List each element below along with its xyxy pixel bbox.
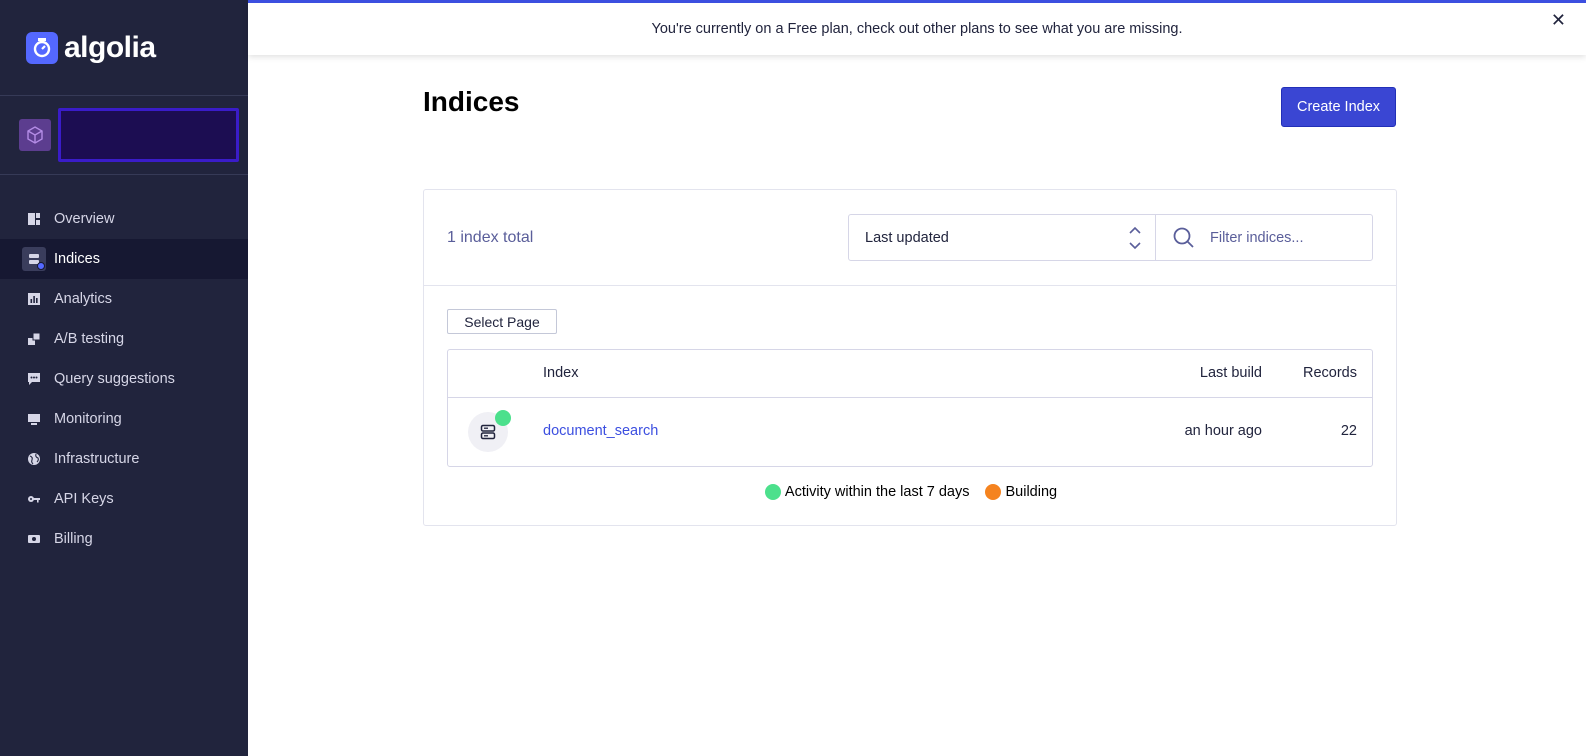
sidebar-item-overview[interactable]: Overview [0, 199, 248, 239]
sidebar-item-label: Analytics [54, 291, 113, 307]
indices-card: 1 index total Last updated Select Page I… [423, 189, 1397, 526]
sidebar-item-infrastructure[interactable]: Infrastructure [0, 439, 248, 479]
activity-status-dot [495, 410, 511, 426]
sidebar: algolia Overview Indices Analytics A/B t… [0, 0, 248, 756]
sidebar-item-ab-testing[interactable]: A/B testing [0, 319, 248, 359]
indices-table: Index Last build Records document_search… [447, 349, 1373, 467]
index-name-link[interactable]: document_search [543, 423, 658, 439]
chevron-up-down-icon [1129, 226, 1141, 254]
sidebar-item-analytics[interactable]: Analytics [0, 279, 248, 319]
sidebar-item-label: Infrastructure [54, 451, 140, 467]
column-header-records[interactable]: Records [1303, 365, 1357, 381]
table-header: Index Last build Records [448, 350, 1372, 398]
algolia-logo-icon [26, 31, 58, 64]
app-name-box[interactable] [58, 108, 239, 162]
sort-selected-value: Last updated [865, 229, 949, 246]
sidebar-item-query-suggestions[interactable]: Query suggestions [0, 359, 248, 399]
sidebar-item-label: Indices [54, 251, 100, 267]
card-header: 1 index total Last updated [424, 190, 1396, 286]
app-selector[interactable] [0, 96, 248, 175]
legend-dot-green [764, 484, 781, 500]
sidebar-item-billing[interactable]: Billing [0, 519, 248, 559]
overview-icon [27, 212, 41, 226]
index-total: 1 index total [447, 229, 534, 246]
page-title: Indices [423, 86, 520, 117]
column-header-last-build[interactable]: Last build [1200, 365, 1262, 381]
sidebar-item-indices[interactable]: Indices [0, 239, 248, 279]
logo[interactable]: algolia [0, 0, 248, 96]
indices-icon [22, 247, 46, 271]
analytics-icon [27, 292, 41, 306]
ab-testing-icon [27, 332, 41, 346]
legend-label: Activity within the last 7 days [784, 484, 970, 500]
filter-indices-input[interactable] [1210, 229, 1350, 246]
globe-icon [27, 452, 41, 466]
banner-message: You're currently on a Free plan, check o… [651, 21, 1183, 37]
legend-item-building: Building [985, 484, 1057, 500]
query-suggestions-icon [27, 372, 41, 386]
sidebar-item-label: Monitoring [54, 411, 122, 427]
plan-banner: You're currently on a Free plan, check o… [248, 0, 1586, 55]
filter-box [1155, 214, 1373, 261]
index-records: 22 [1340, 423, 1357, 439]
sidebar-item-label: Overview [54, 211, 115, 227]
legend-dot-orange [985, 484, 1002, 500]
sidebar-item-label: A/B testing [54, 331, 125, 347]
status-legend: Activity within the last 7 days Building [424, 484, 1398, 500]
legend-item-activity: Activity within the last 7 days [764, 484, 970, 500]
cube-icon [19, 119, 51, 151]
close-icon[interactable]: ✕ [1551, 11, 1566, 29]
select-page-button[interactable]: Select Page [447, 309, 557, 334]
index-last-build: an hour ago [1184, 423, 1262, 439]
sidebar-item-label: Query suggestions [54, 371, 175, 387]
table-row[interactable]: document_search an hour ago 22 [448, 398, 1372, 466]
search-icon [1173, 227, 1195, 249]
column-header-index[interactable]: Index [543, 365, 578, 381]
key-icon [27, 492, 41, 506]
sidebar-item-label: Billing [54, 531, 93, 547]
monitoring-icon [27, 412, 41, 426]
billing-icon [27, 532, 41, 546]
sidebar-item-monitoring[interactable]: Monitoring [0, 399, 248, 439]
sidebar-item-label: API Keys [54, 491, 114, 507]
sidebar-item-api-keys[interactable]: API Keys [0, 479, 248, 519]
brand-name: algolia [64, 30, 156, 64]
create-index-button[interactable]: Create Index [1281, 87, 1396, 127]
legend-label: Building [1005, 484, 1058, 500]
sidebar-nav: Overview Indices Analytics A/B testing Q… [0, 199, 248, 559]
sort-select[interactable]: Last updated [848, 214, 1156, 261]
